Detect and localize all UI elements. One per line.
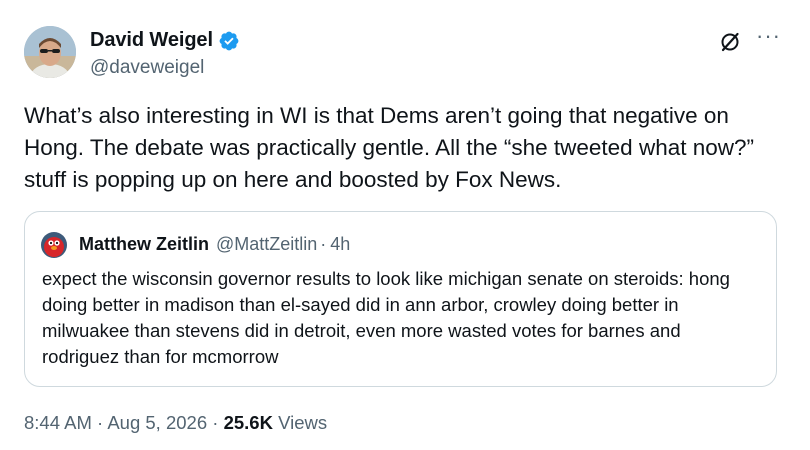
grok-icon[interactable] (718, 30, 742, 54)
verified-badge-icon[interactable] (218, 30, 240, 52)
author-info: David Weigel @daveweigel (90, 29, 240, 79)
tweet-text: What’s also interesting in WI is that De… (24, 103, 755, 192)
footer-separator: · (212, 412, 219, 433)
quoted-tweet[interactable]: Matthew Zeitlin @MattZeitlin · 4h expect… (24, 211, 777, 387)
footer-separator: · (97, 412, 104, 433)
quoted-separator: · (320, 234, 327, 254)
quoted-author-name[interactable]: Matthew Zeitlin (79, 234, 209, 255)
quoted-avatar-photo (41, 232, 67, 258)
views-label: Views (278, 412, 328, 433)
tweet-card: David Weigel @daveweigel ··· What’s also… (0, 0, 810, 450)
views-count[interactable]: 25.6K (224, 412, 273, 433)
avatar-photo (24, 26, 76, 78)
tweet-time[interactable]: 8:44 AM (24, 412, 92, 433)
quoted-author-avatar[interactable] (41, 232, 67, 258)
quoted-timestamp[interactable]: 4h (330, 234, 350, 255)
more-options-icon[interactable]: ··· (756, 25, 781, 47)
tweet-date[interactable]: Aug 5, 2026 (107, 412, 207, 433)
tweet-footer: 8:44 AM · Aug 5, 2026 · 25.6K Views (24, 412, 327, 434)
quoted-author-handle[interactable]: @MattZeitlin (216, 234, 317, 255)
author-avatar[interactable] (24, 26, 76, 78)
author-handle[interactable]: @daveweigel (90, 57, 240, 79)
quoted-text: expect the wisconsin governor results to… (42, 268, 730, 367)
author-name[interactable]: David Weigel (90, 29, 213, 52)
quoted-header: Matthew Zeitlin @MattZeitlin · 4h (79, 234, 350, 255)
